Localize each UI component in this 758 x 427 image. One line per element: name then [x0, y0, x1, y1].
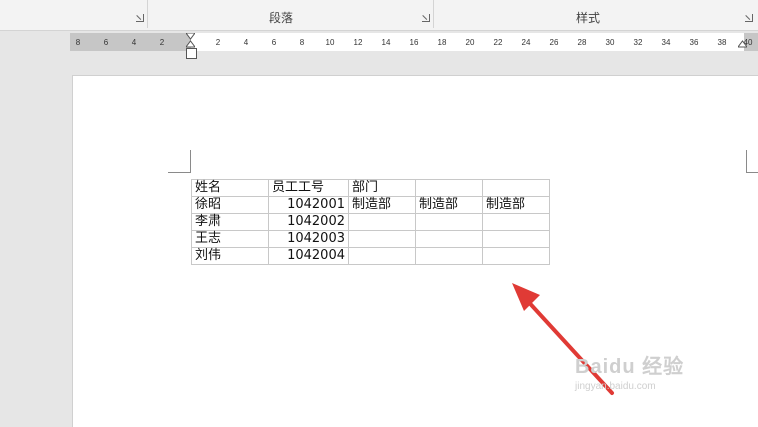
- ruler-tick: 38: [717, 38, 727, 47]
- table-row: 姓名 员工工号 部门: [191, 179, 550, 197]
- table-cell[interactable]: 1042001: [268, 196, 349, 214]
- table-cell[interactable]: 姓名: [191, 179, 269, 197]
- horizontal-ruler[interactable]: 8 6 4 2 2 4 6 8 10 12 14 16 18 20 22 24 …: [70, 33, 758, 51]
- table-row: 刘伟 1042004: [191, 247, 550, 265]
- table-cell[interactable]: 1042003: [268, 230, 349, 248]
- ruler-tick: 36: [689, 38, 699, 47]
- margin-crop-mark-left: [168, 150, 191, 173]
- watermark-brand: Baidu 经验: [575, 356, 685, 378]
- table-cell[interactable]: [415, 213, 483, 231]
- watermark-url: jingyan.baidu.com: [575, 381, 656, 392]
- table-row: 李肃 1042002: [191, 213, 550, 231]
- table-cell[interactable]: 李肃: [191, 213, 269, 231]
- group-label-styles: 样式: [576, 11, 601, 25]
- margin-crop-mark-right: [746, 150, 758, 173]
- table-cell[interactable]: 1042002: [268, 213, 349, 231]
- table-cell[interactable]: 王志: [191, 230, 269, 248]
- table-cell[interactable]: [348, 230, 416, 248]
- dialog-launcher-font-icon[interactable]: [136, 14, 144, 22]
- table-row: 王志 1042003: [191, 230, 550, 248]
- dialog-launcher-paragraph-icon[interactable]: [422, 14, 430, 22]
- table-cell[interactable]: [482, 213, 550, 231]
- ruler-tick: 20: [465, 38, 475, 47]
- table-cell[interactable]: 刘伟: [191, 247, 269, 265]
- table-cell[interactable]: 制造部: [415, 196, 483, 214]
- ruler-tick: 18: [437, 38, 447, 47]
- ruler-tick: 10: [325, 38, 335, 47]
- group-separator: [433, 0, 434, 28]
- table-cell[interactable]: 制造部: [348, 196, 416, 214]
- ruler-tick: 26: [549, 38, 559, 47]
- table-cell[interactable]: [415, 230, 483, 248]
- ruler-margin-left: [70, 33, 191, 51]
- ruler-tick: 2: [215, 38, 221, 47]
- ruler-tick: 24: [521, 38, 531, 47]
- table-cell[interactable]: [415, 179, 483, 197]
- group-label-paragraph: 段落: [269, 11, 294, 25]
- table-cell[interactable]: 员工工号: [268, 179, 349, 197]
- ruler-tick: 12: [353, 38, 363, 47]
- ruler-tick: 30: [605, 38, 615, 47]
- ruler-tick: 14: [381, 38, 391, 47]
- left-indent-box-icon[interactable]: [186, 48, 197, 59]
- table-row: 徐昭 1042001 制造部 制造部 制造部: [191, 196, 550, 214]
- employee-table[interactable]: 姓名 员工工号 部门 徐昭 1042001 制造部 制造部 制造部 李肃 104…: [191, 179, 550, 265]
- table-cell[interactable]: 徐昭: [191, 196, 269, 214]
- dialog-launcher-styles-icon[interactable]: [745, 14, 753, 22]
- table-cell[interactable]: 制造部: [482, 196, 550, 214]
- right-indent-marker-icon[interactable]: [738, 33, 747, 51]
- baidu-watermark: Baidu 经验 jingyan.baidu.com: [575, 350, 755, 410]
- table-cell[interactable]: [482, 230, 550, 248]
- ruler-tick: 4: [243, 38, 249, 47]
- ruler-tick: 22: [493, 38, 503, 47]
- ruler-tick: 34: [661, 38, 671, 47]
- ruler-tick: 2: [159, 38, 165, 47]
- table-cell[interactable]: 部门: [348, 179, 416, 197]
- table-cell[interactable]: [415, 247, 483, 265]
- table-cell[interactable]: [348, 213, 416, 231]
- ruler-tick: 28: [577, 38, 587, 47]
- table-cell[interactable]: [348, 247, 416, 265]
- ruler-tick: 6: [271, 38, 277, 47]
- ribbon: 段落 样式: [0, 0, 758, 31]
- ruler-tick: 8: [299, 38, 305, 47]
- ruler-tick: 32: [633, 38, 643, 47]
- table-cell[interactable]: [482, 247, 550, 265]
- ruler-tick: 4: [131, 38, 137, 47]
- ruler-tick: 16: [409, 38, 419, 47]
- table-cell[interactable]: [482, 179, 550, 197]
- group-separator: [147, 0, 148, 28]
- ruler-tick: 6: [103, 38, 109, 47]
- table-cell[interactable]: 1042004: [268, 247, 349, 265]
- ruler-tick: 8: [75, 38, 81, 47]
